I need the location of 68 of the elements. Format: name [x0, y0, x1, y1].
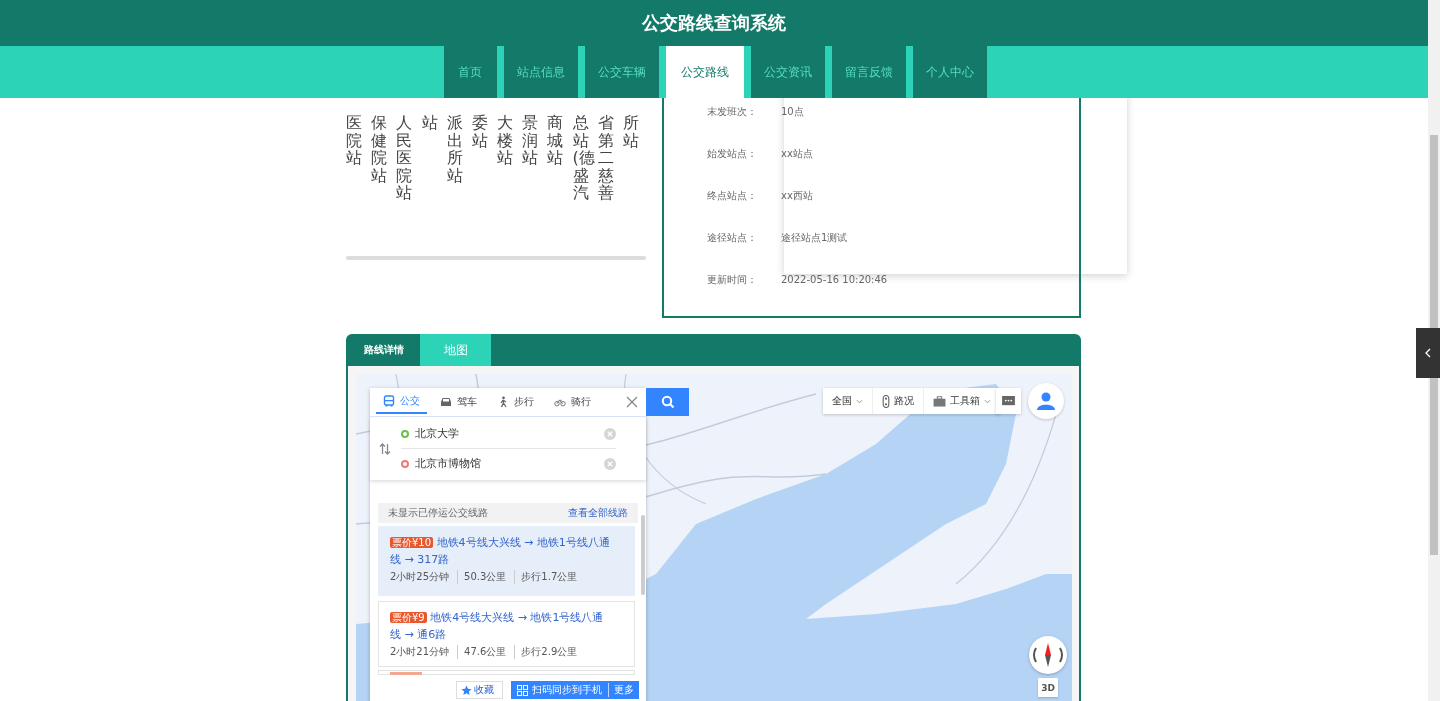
detail-label: 末发班次： — [707, 105, 758, 119]
all-routes-link[interactable]: 查看全部线路 — [568, 506, 628, 520]
3d-button[interactable]: 3D — [1038, 678, 1058, 697]
nav-tab[interactable]: 公交资讯 — [750, 46, 825, 98]
detail-label: 终点站点： — [707, 189, 758, 203]
mode-tab[interactable]: 驾车 — [433, 390, 484, 414]
nav-tab[interactable]: 留言反馈 — [831, 46, 906, 98]
detail-label: 始发站点： — [707, 147, 758, 161]
station-name: 委站 — [471, 112, 489, 152]
detail-value: 2022-05-16 10:20:46 — [781, 273, 888, 287]
site-title: 公交路线查询系统 — [642, 11, 786, 35]
detail-value: xx西站 — [781, 189, 813, 203]
briefcase-icon — [933, 395, 946, 407]
station-name: 景润站 — [522, 112, 540, 170]
station-name: 商城站 — [547, 112, 565, 170]
nav-tab[interactable]: 公交车辆 — [584, 46, 659, 98]
route-title: 票价¥9 地铁4号线大兴线 → 地铁1号线八通线 → 通6路 — [390, 610, 605, 643]
save-button[interactable]: 收藏 — [456, 681, 503, 699]
nav-tab[interactable]: 站点信息 — [503, 46, 578, 98]
star-icon — [461, 684, 472, 696]
station-name: 保健院站 — [371, 112, 389, 187]
station-name: 站 — [421, 112, 439, 134]
station-name: 人民医院站 — [396, 112, 414, 205]
station-name: 大楼站 — [497, 112, 515, 170]
station-name: 总站(德盛汽 — [572, 112, 596, 205]
mode-tab[interactable]: 步行 — [490, 390, 541, 414]
message-button[interactable] — [996, 388, 1021, 414]
detail-label: 途径站点： — [707, 231, 758, 245]
chat-icon — [1002, 395, 1015, 407]
detail-value: xx站点 — [781, 147, 813, 161]
detail-value: 途径站点1测试 — [781, 231, 848, 245]
station-name: 所站 — [622, 112, 640, 152]
mode-tab[interactable]: 骑行 — [547, 390, 598, 414]
grid-icon — [517, 684, 528, 696]
station-name: 省第二慈善 — [597, 112, 615, 205]
detail-value: 10点 — [781, 105, 804, 119]
station-name: 医院站 — [346, 112, 363, 170]
route-walk: 步行1.7公里 — [514, 570, 578, 584]
route-walk: 步行2.9公里 — [514, 645, 578, 659]
swap-icon[interactable] — [379, 442, 391, 455]
search-button[interactable] — [646, 388, 689, 416]
side-tab[interactable] — [1416, 328, 1440, 378]
route-duration: 2小时21分钟 — [390, 645, 450, 659]
toolbar-button[interactable]: 路况 — [872, 388, 923, 414]
close-icon[interactable] — [626, 396, 638, 408]
nav-tab[interactable]: 公交路线 — [665, 46, 744, 98]
location-field[interactable]: 北京市博物馆 — [415, 457, 585, 470]
person-icon — [1036, 391, 1056, 411]
traffic-light-icon — [882, 394, 890, 408]
route-card[interactable]: 票价¥9 地铁4号线大兴线 → 地铁1号线八通线 → 通6路 2小时21分钟 47.6公里 步行2.9公里 — [378, 601, 635, 667]
route-distance: 47.6公里 — [457, 645, 507, 659]
route-card[interactable] — [378, 670, 635, 675]
bus-icon — [383, 395, 395, 407]
route-distance: 50.3公里 — [457, 570, 507, 584]
station-name: 派出所站 — [446, 112, 464, 187]
toolbar-button[interactable]: 全国 — [823, 388, 872, 414]
chevron-icon — [1425, 348, 1431, 358]
route-duration: 2小时25分钟 — [390, 570, 450, 584]
route-title: 票价¥10 地铁4号线大兴线 → 地铁1号线八通线 → 317路 — [390, 535, 610, 568]
location-field[interactable]: 北京大学 — [415, 427, 585, 440]
detail-label: 更新时间： — [707, 273, 758, 287]
route-card[interactable]: 票价¥10 地铁4号线大兴线 → 地铁1号线八通线 → 317路 2小时25分钟 50.3公里 步行1.7公里 — [378, 526, 635, 596]
nav-tab[interactable]: 个人中心 — [912, 46, 987, 98]
car-icon — [440, 396, 452, 408]
notice-text: 未显示已停运公交线路 — [388, 506, 488, 520]
mode-tab[interactable]: 公交 — [376, 390, 427, 414]
nav-tab[interactable]: 首页 — [443, 46, 497, 98]
search-icon — [660, 395, 675, 409]
